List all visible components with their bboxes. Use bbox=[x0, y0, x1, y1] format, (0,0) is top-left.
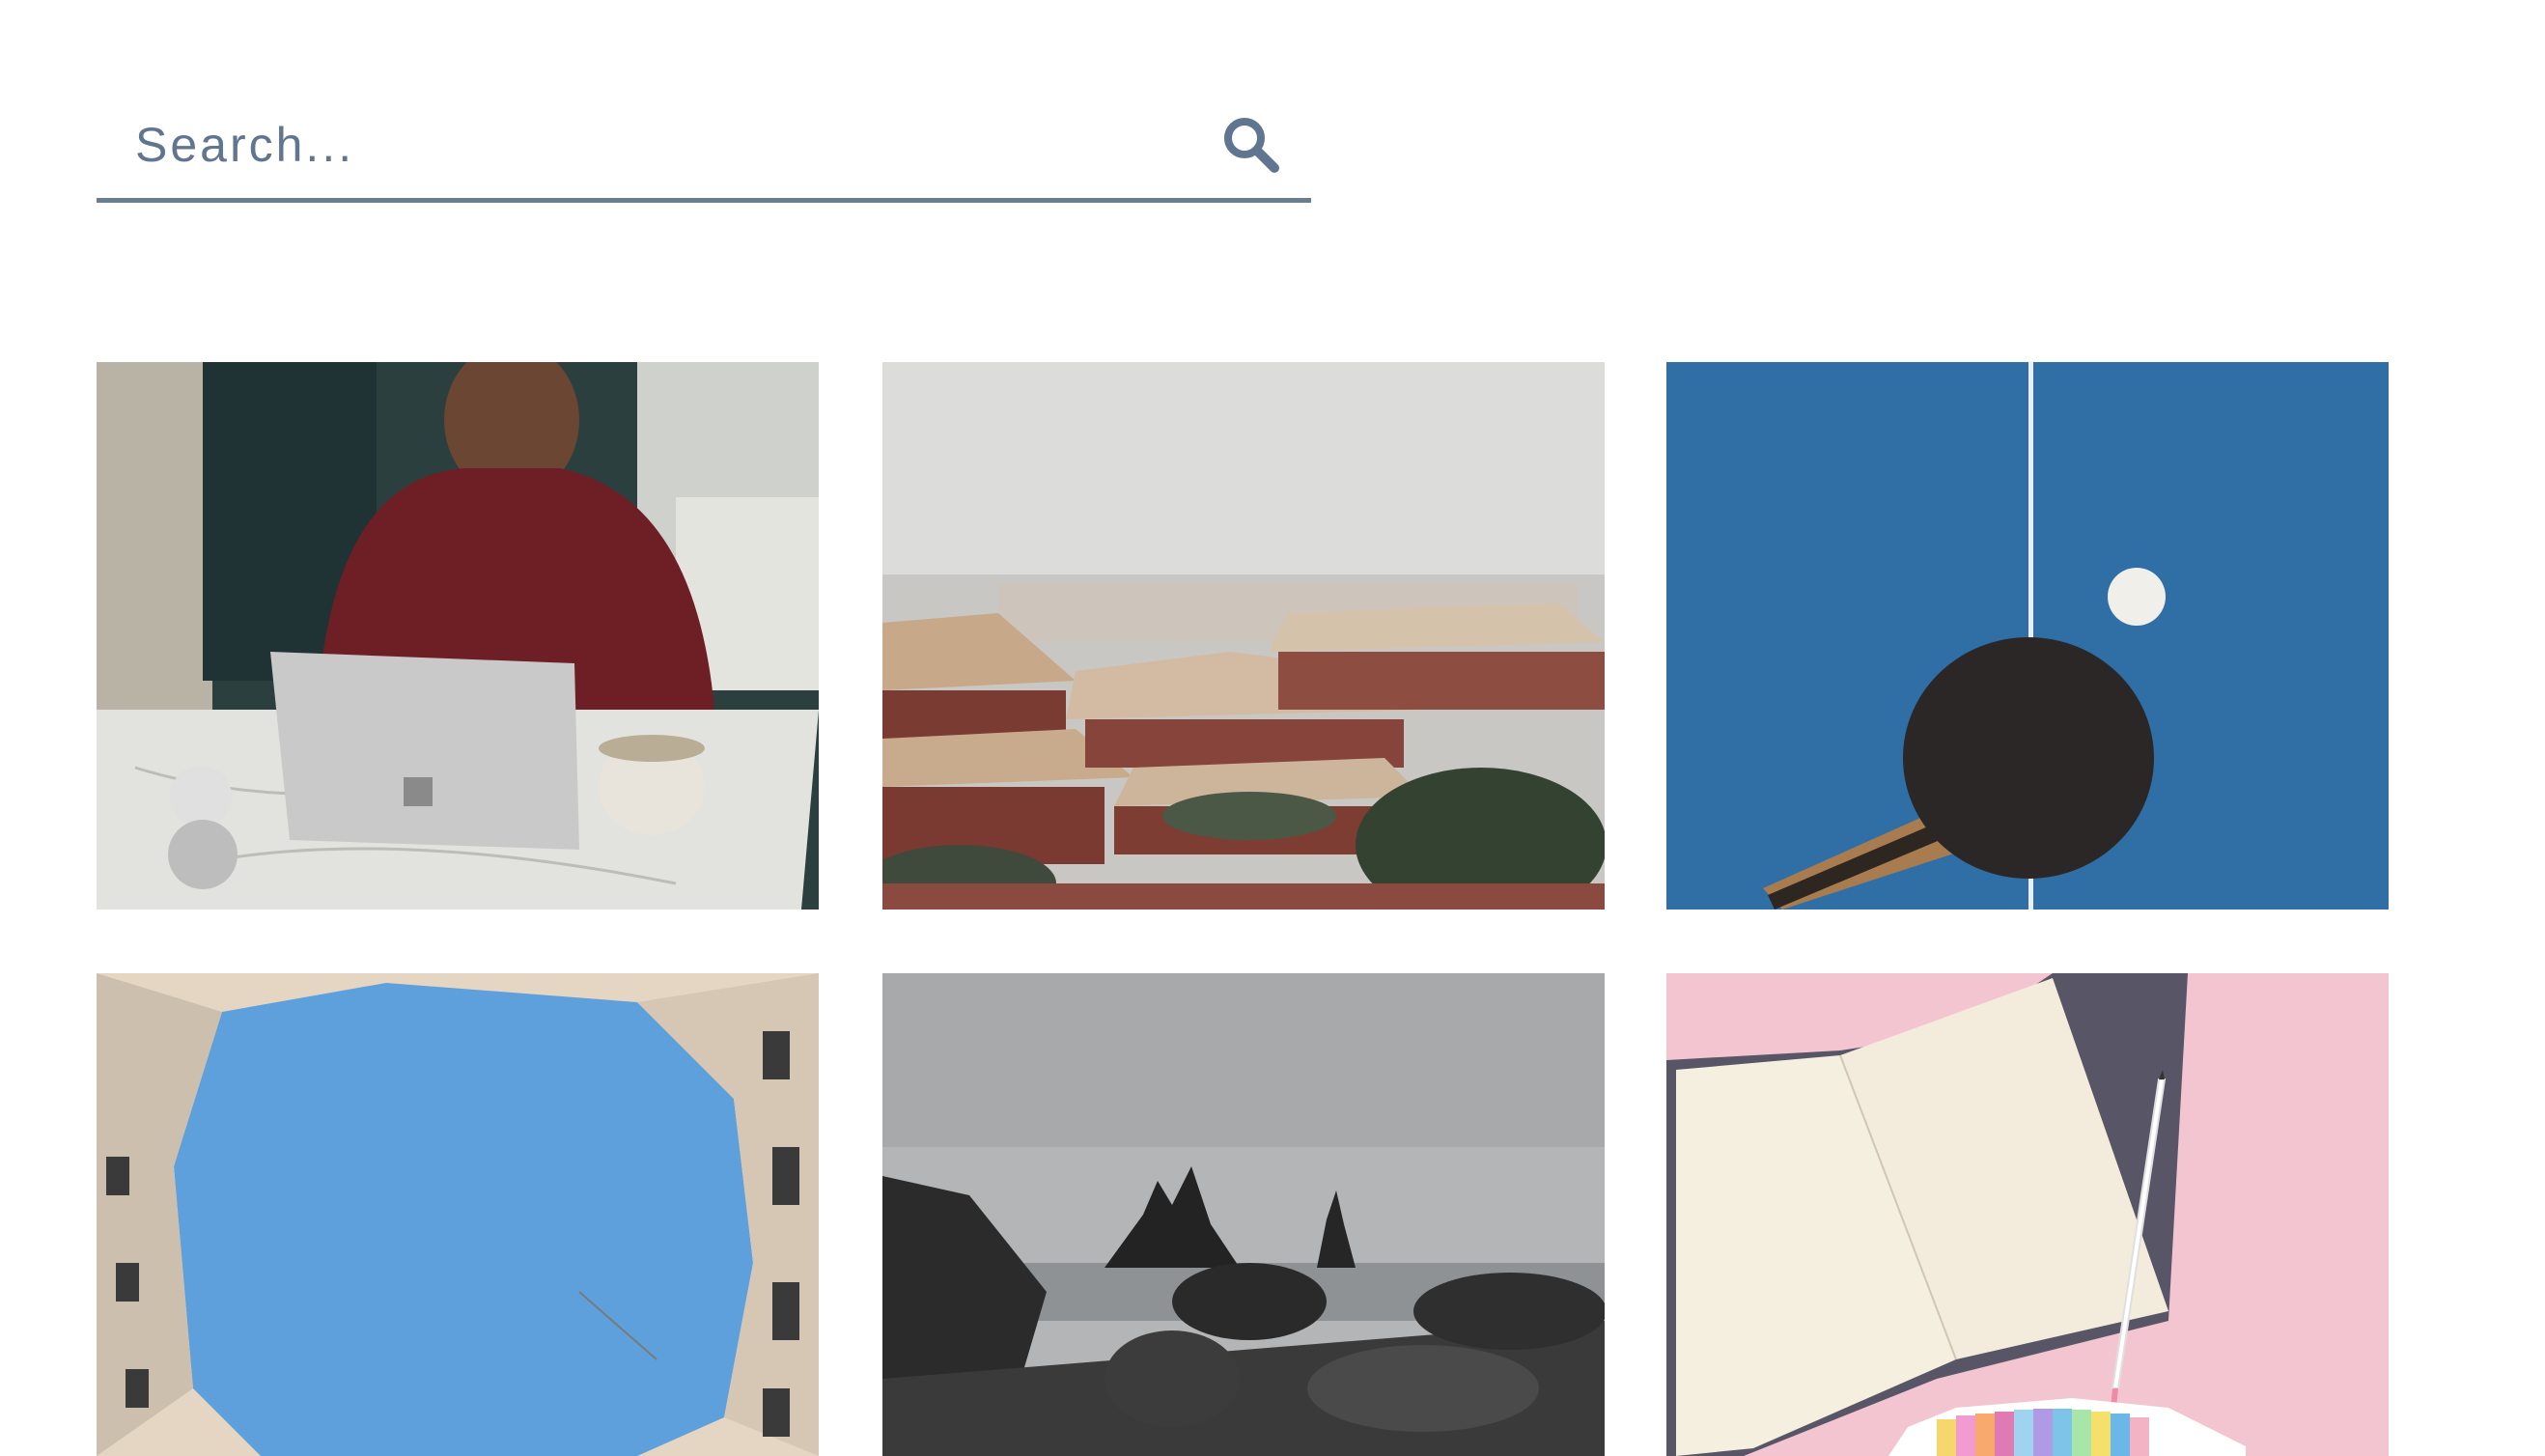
gallery-image-courtyard[interactable] bbox=[97, 973, 819, 1456]
gallery-image-ping-pong[interactable] bbox=[1666, 362, 2389, 910]
search-bar bbox=[97, 97, 1311, 203]
search-input[interactable] bbox=[97, 97, 1178, 193]
page bbox=[0, 0, 2545, 1456]
image-gallery bbox=[97, 362, 2394, 1456]
gallery-image-beach[interactable] bbox=[882, 973, 1605, 1456]
gallery-image-notebook[interactable] bbox=[1666, 973, 2389, 1456]
gallery-image-palace[interactable] bbox=[882, 362, 1605, 910]
gallery-image-laptop[interactable] bbox=[97, 362, 819, 910]
search-button[interactable] bbox=[1220, 114, 1282, 176]
search-icon bbox=[1224, 118, 1279, 173]
